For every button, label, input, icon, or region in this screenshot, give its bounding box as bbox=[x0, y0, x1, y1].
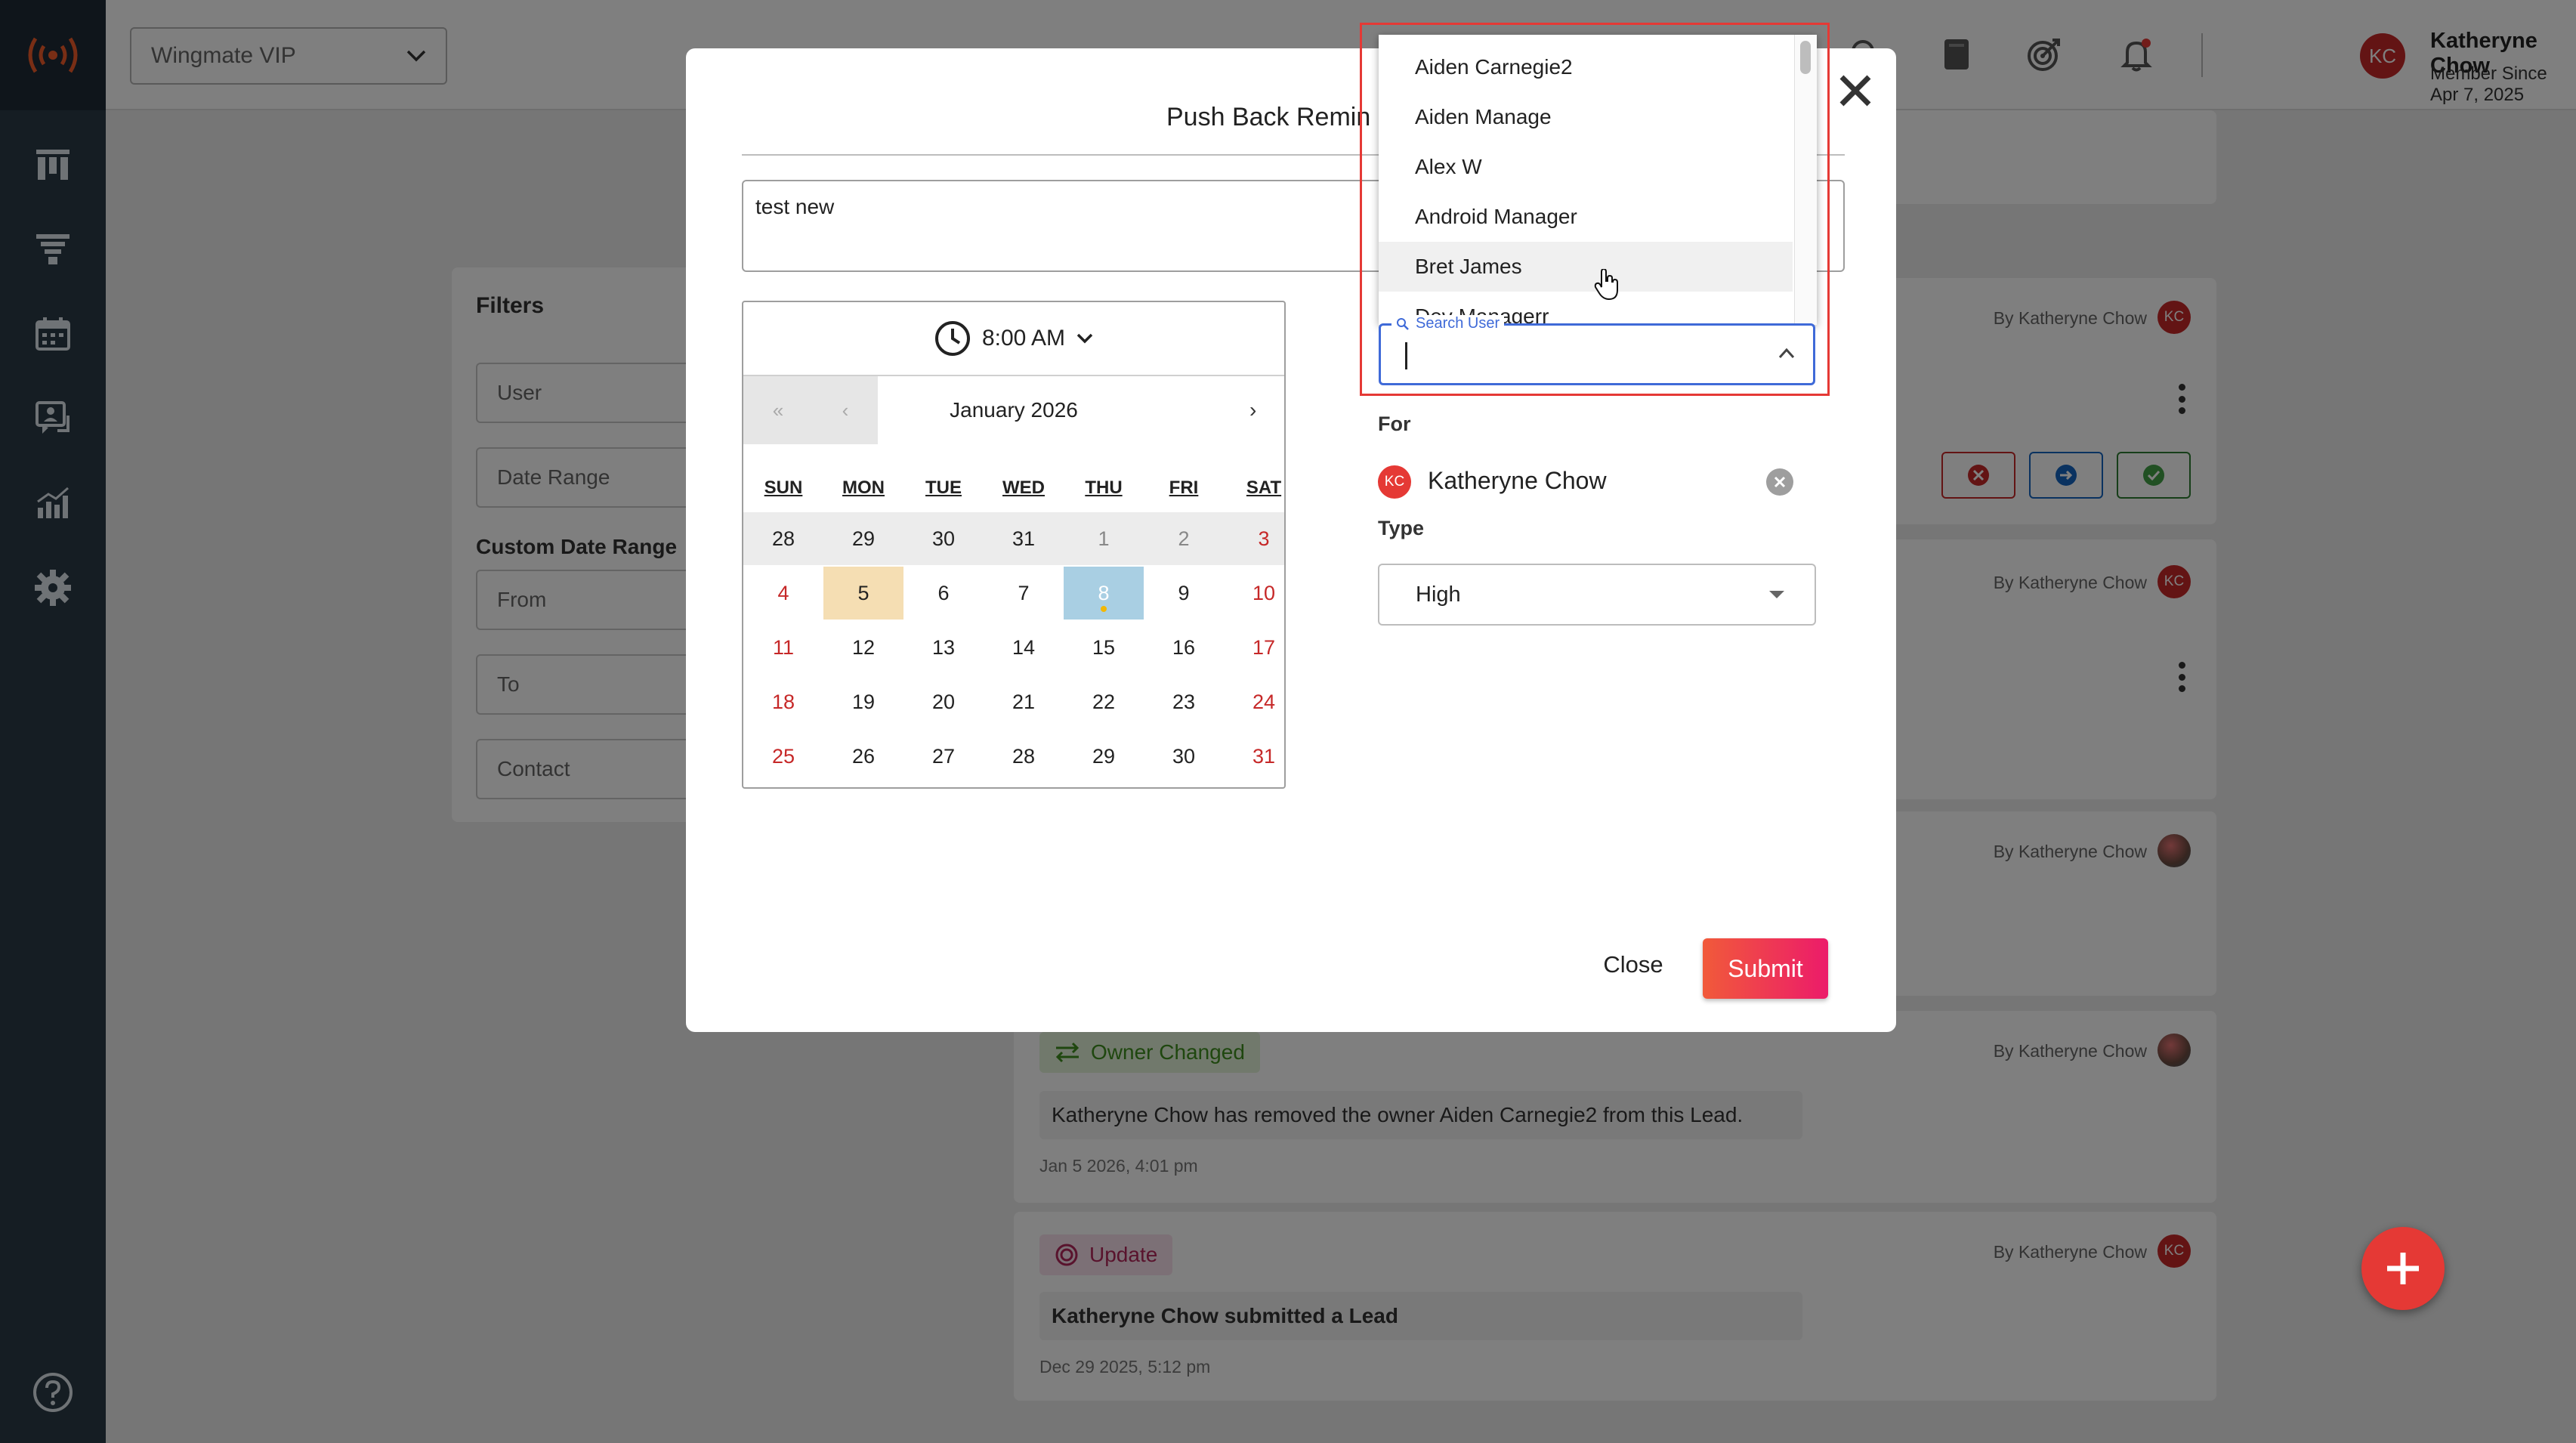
user-option[interactable]: Alex W bbox=[1379, 142, 1793, 192]
calendar-day[interactable]: 29 bbox=[1064, 730, 1144, 783]
type-label: Type bbox=[1378, 517, 1425, 539]
calendar-day[interactable]: 6 bbox=[903, 567, 984, 620]
calendar-day[interactable]: 15 bbox=[1064, 621, 1144, 674]
caret-down-icon bbox=[1769, 591, 1784, 598]
calendar-day[interactable]: 21 bbox=[984, 675, 1064, 728]
weekday-label: SUN bbox=[764, 477, 803, 498]
calendar-day[interactable]: 25 bbox=[743, 730, 823, 783]
calendar-day[interactable]: 28 bbox=[984, 730, 1064, 783]
calendar-day[interactable]: 30 bbox=[903, 512, 984, 565]
remove-assignee-icon[interactable] bbox=[1766, 468, 1793, 496]
user-option[interactable]: Bret James bbox=[1379, 242, 1793, 292]
calendar-day[interactable]: 13 bbox=[903, 621, 984, 674]
calendar-day[interactable]: 31 bbox=[984, 512, 1064, 565]
calendar-day[interactable]: 4 bbox=[743, 567, 823, 620]
time-value: 8:00 AM bbox=[981, 326, 1066, 351]
weekday-label: WED bbox=[1002, 477, 1045, 498]
calendar-navigation: « ‹ January 2026 › » bbox=[743, 376, 1284, 444]
calendar-day[interactable]: 3 bbox=[1224, 512, 1284, 565]
calendar-day[interactable]: 17 bbox=[1224, 621, 1284, 674]
modal-title: Push Back Remin bbox=[1166, 103, 1371, 131]
text-caret bbox=[1405, 342, 1407, 369]
calendar-day[interactable]: 5 bbox=[823, 567, 903, 620]
search-user-label-text: Search User bbox=[1416, 315, 1500, 332]
search-user-label: Search User bbox=[1391, 315, 1505, 332]
weekday-label: MON bbox=[842, 477, 885, 498]
user-option[interactable]: Aiden Manage bbox=[1379, 92, 1793, 142]
priority-type-value: High bbox=[1416, 582, 1461, 607]
user-option[interactable]: Android Manager bbox=[1379, 192, 1793, 242]
chevron-up-icon[interactable] bbox=[1777, 344, 1796, 363]
calendar-day[interactable]: 16 bbox=[1144, 621, 1224, 674]
close-button[interactable]: Close bbox=[1595, 940, 1671, 990]
next-month-button[interactable]: › bbox=[1249, 398, 1256, 422]
calendar-day[interactable]: 12 bbox=[823, 621, 903, 674]
calendar-day[interactable]: 9 bbox=[1144, 567, 1224, 620]
calendar-day[interactable]: 26 bbox=[823, 730, 903, 783]
priority-type-select[interactable]: High bbox=[1378, 564, 1816, 626]
plus-icon bbox=[2387, 1253, 2419, 1284]
assignee-name: Katheryne Chow bbox=[1428, 467, 1607, 494]
search-icon bbox=[1397, 317, 1409, 330]
modal-close-x-icon[interactable] bbox=[1833, 68, 1878, 113]
hand-pointer-cursor-icon bbox=[1594, 269, 1618, 301]
chevron-down-icon bbox=[1076, 333, 1093, 344]
time-picker[interactable]: 8:00 AM bbox=[743, 302, 1284, 376]
scrollbar-thumb[interactable] bbox=[1800, 41, 1811, 74]
weekday-label: TUE bbox=[925, 477, 962, 498]
calendar-day[interactable]: 10 bbox=[1224, 567, 1284, 620]
calendar-day[interactable]: 14 bbox=[984, 621, 1064, 674]
calendar-month-label[interactable]: January 2026 bbox=[878, 398, 1150, 422]
calendar-day[interactable]: 31 bbox=[1224, 730, 1284, 783]
search-user-input[interactable]: Search User bbox=[1379, 315, 1815, 385]
weekday-label: THU bbox=[1085, 477, 1123, 498]
for-label: For bbox=[1378, 413, 1411, 435]
user-option[interactable]: Aiden Carnegie2 bbox=[1379, 42, 1793, 92]
calendar-day[interactable]: 23 bbox=[1144, 675, 1224, 728]
calendar-day[interactable]: 28 bbox=[743, 512, 823, 565]
prev-year-button[interactable]: « bbox=[773, 399, 783, 422]
calendar-day[interactable]: 24 bbox=[1224, 675, 1284, 728]
submit-button[interactable]: Submit bbox=[1703, 938, 1828, 999]
calendar-day[interactable]: 29 bbox=[823, 512, 903, 565]
assignee-avatar: KC bbox=[1378, 465, 1411, 499]
calendar-day[interactable]: 19 bbox=[823, 675, 903, 728]
calendar-day[interactable]: 2 bbox=[1144, 512, 1224, 565]
calendar-day[interactable]: 30 bbox=[1144, 730, 1224, 783]
reminder-note-text: test new bbox=[755, 195, 835, 218]
prev-month-button[interactable]: ‹ bbox=[842, 399, 849, 422]
date-picker: 8:00 AM « ‹ January 2026 › » SUN MON TUE WE… bbox=[742, 301, 1286, 789]
calendar-day[interactable]: 1 bbox=[1064, 512, 1144, 565]
calendar-day[interactable]: 20 bbox=[903, 675, 984, 728]
calendar-day[interactable]: 18 bbox=[743, 675, 823, 728]
calendar-day[interactable]: 27 bbox=[903, 730, 984, 783]
user-list-scrollbar[interactable] bbox=[1794, 35, 1817, 325]
clock-icon bbox=[934, 321, 970, 356]
calendar-day[interactable]: 8 bbox=[1064, 567, 1144, 620]
weekday-label: SAT bbox=[1246, 477, 1282, 498]
calendar-day[interactable]: 11 bbox=[743, 621, 823, 674]
calendar-prev-controls: « ‹ bbox=[743, 376, 878, 444]
assignee-initials: KC bbox=[1384, 474, 1405, 490]
weekday-label: FRI bbox=[1169, 477, 1199, 498]
add-fab-button[interactable] bbox=[2361, 1227, 2445, 1310]
calendar-day[interactable]: 22 bbox=[1064, 675, 1144, 728]
calendar-day[interactable]: 7 bbox=[984, 567, 1064, 620]
